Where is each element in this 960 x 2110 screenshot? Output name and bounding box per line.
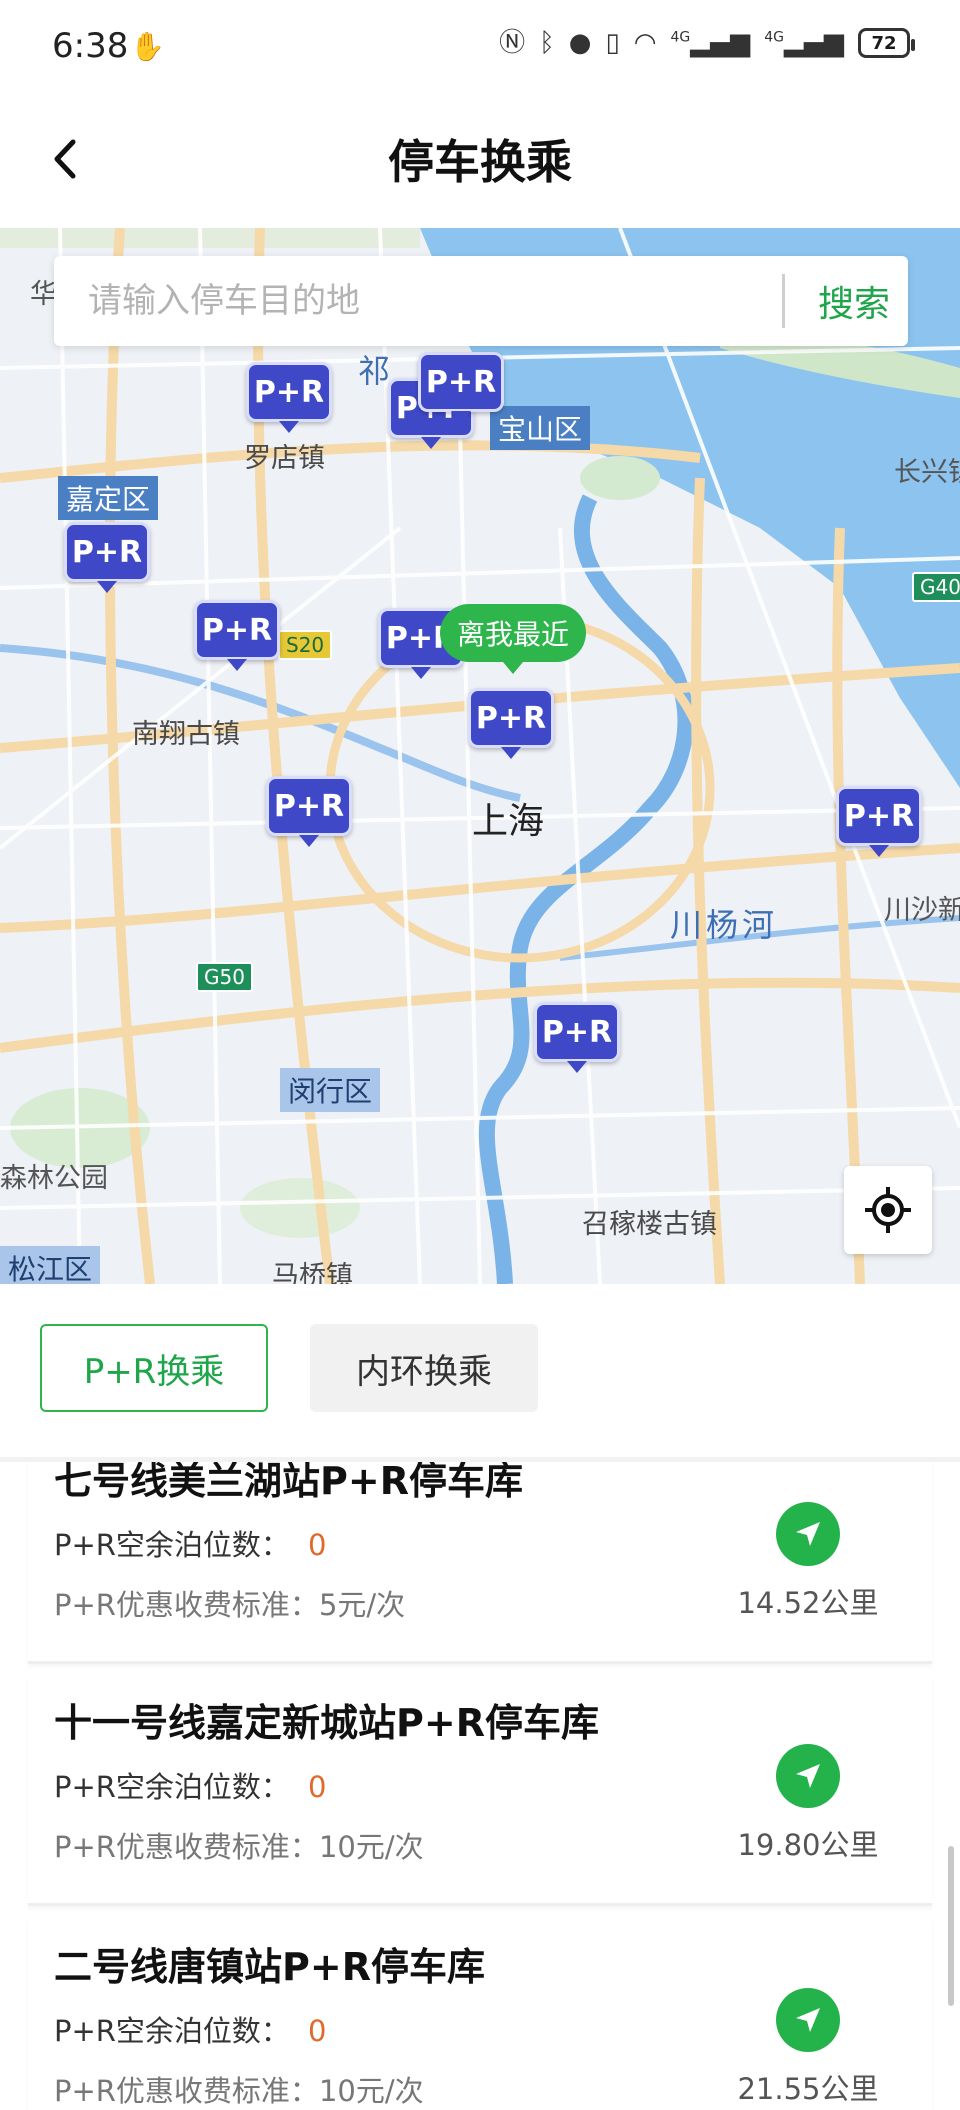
crosshair-icon (865, 1187, 911, 1233)
parking-list[interactable]: 七号线美兰湖站P+R停车库 P+R空余泊位数： 0 P+R优惠收费标准：5元/次 … (0, 1462, 960, 2110)
network-label-2: 4G (764, 29, 784, 46)
road-badge-g50: G50 (196, 962, 253, 992)
map-label-hua: 华 (30, 279, 57, 310)
search-button[interactable]: 搜索 (804, 256, 904, 346)
navigate-button[interactable] (776, 1744, 840, 1808)
pr-marker[interactable]: P+R (418, 352, 504, 412)
status-time: 6:38 (52, 26, 129, 66)
map-label-changxing: 长兴镇 (894, 457, 960, 488)
price-value: 10元/次 (318, 1830, 424, 1864)
map-label-nanxiang: 南翔古镇 (132, 719, 240, 750)
nfc-icon: Ⓝ (499, 28, 526, 58)
parking-name: 二号线唐镇站P+R停车库 (54, 1945, 485, 1989)
parking-name: 七号线美兰湖站P+R停车库 (54, 1462, 523, 1503)
header: 停车换乘 (0, 96, 960, 228)
navigate-button[interactable] (776, 1988, 840, 2052)
network-label-1: 4G (670, 29, 691, 46)
price-standard: P+R优惠收费标准：10元/次 (54, 1824, 424, 1866)
signal-icon-1: 4G▂▄▆ (670, 28, 751, 58)
status-icons: Ⓝ ᛒ ● ▯ ◠ 4G▂▄▆ 4G▂▄▆ 72 (499, 28, 915, 58)
free-spaces-label: P+R空余泊位数： (54, 1770, 290, 1804)
navigate-button[interactable] (776, 1502, 840, 1566)
pr-marker[interactable]: P+R (194, 600, 280, 660)
location-icon: ● (568, 28, 592, 58)
distance: 21.55公里 (737, 2072, 879, 2106)
map-label-senlin: 森林公园 (0, 1163, 108, 1194)
free-spaces: P+R空余泊位数： 0 (54, 2008, 326, 2050)
free-spaces: P+R空余泊位数： 0 (54, 1764, 326, 1806)
navigation-arrow-icon (796, 2008, 820, 2032)
parking-card[interactable]: 十一号线嘉定新城站P+R停车库 P+R空余泊位数： 0 P+R优惠收费标准：10元… (28, 1674, 932, 1906)
transfer-type-tabs: P+R换乘 内环换乘 (0, 1284, 960, 1463)
price-value: 5元/次 (318, 1588, 406, 1622)
map-label-jiading: 嘉定区 (58, 476, 159, 520)
map-view[interactable]: 华 祁 罗店镇 宝山区 嘉定区 南翔古镇 上海 川杨河 川沙新 闵行区 召稼楼古… (0, 228, 960, 1284)
scrollbar[interactable] (948, 1846, 954, 2006)
search-divider (782, 274, 785, 328)
search-box: 搜索 (54, 256, 908, 346)
map-label-maqiao: 马桥镇 (272, 1261, 353, 1284)
vibrate-icon: ▯ (605, 28, 620, 58)
price-label: P+R优惠收费标准： (54, 2074, 319, 2108)
pr-marker[interactable]: P+R (246, 362, 332, 422)
page-title: 停车换乘 (388, 135, 572, 189)
destination-search-input[interactable] (88, 256, 788, 346)
pr-marker[interactable]: P+R (836, 786, 922, 846)
parking-name: 十一号线嘉定新城站P+R停车库 (54, 1701, 599, 1745)
locate-me-button[interactable] (844, 1166, 932, 1254)
distance: 19.80公里 (737, 1828, 879, 1862)
price-standard: P+R优惠收费标准：5元/次 (54, 1582, 405, 1624)
map-label-shanghai: 上海 (472, 801, 545, 842)
price-standard: P+R优惠收费标准：10元/次 (54, 2068, 424, 2110)
pr-marker[interactable]: P+R (534, 1002, 620, 1062)
map-label-baoshan: 宝山区 (490, 406, 591, 450)
road-badge-s20: S20 (278, 630, 333, 660)
battery-level: 72 (871, 32, 897, 54)
navigation-arrow-icon (796, 1522, 820, 1546)
price-value: 10元/次 (318, 2074, 424, 2108)
navigation-arrow-icon (796, 1764, 820, 1788)
nearest-tag: 离我最近 (440, 604, 586, 662)
map-label-chuanyanghe: 川杨河 (670, 906, 779, 944)
free-spaces-value: 0 (307, 2014, 327, 2048)
map-label-zhaojialou: 召稼楼古镇 (582, 1209, 717, 1240)
free-spaces-value: 0 (307, 1528, 327, 1562)
tab-inner-ring-transfer[interactable]: 内环换乘 (310, 1324, 538, 1412)
status-bar: 6:38 ✋ Ⓝ ᛒ ● ▯ ◠ 4G▂▄▆ 4G▂▄▆ 72 (0, 0, 960, 96)
map-label-songjiang: 松江区 (0, 1246, 101, 1284)
road-badge-g40: G40 (912, 572, 960, 602)
free-spaces-label: P+R空余泊位数： (54, 2014, 290, 2048)
map-label-minhang: 闵行区 (280, 1068, 381, 1112)
tab-pr-transfer[interactable]: P+R换乘 (40, 1324, 268, 1412)
price-label: P+R优惠收费标准： (54, 1588, 319, 1622)
pr-marker-nearest[interactable]: P+R (468, 688, 554, 748)
parking-card[interactable]: 七号线美兰湖站P+R停车库 P+R空余泊位数： 0 P+R优惠收费标准：5元/次 … (28, 1462, 932, 1664)
map-label-chuansha: 川沙新 (884, 895, 960, 926)
battery-icon: 72 (858, 28, 915, 58)
hand-icon: ✋ (130, 30, 165, 63)
parking-card[interactable]: 二号线唐镇站P+R停车库 P+R空余泊位数： 0 P+R优惠收费标准：10元/次 … (28, 1918, 932, 2110)
free-spaces: P+R空余泊位数： 0 (54, 1522, 326, 1564)
free-spaces-label: P+R空余泊位数： (54, 1528, 290, 1562)
pr-marker[interactable]: P+R (64, 522, 150, 582)
distance: 14.52公里 (737, 1586, 879, 1620)
pr-marker[interactable]: P+R (266, 776, 352, 836)
bluetooth-icon: ᛒ (539, 28, 555, 58)
map-label-luodian: 罗店镇 (244, 443, 325, 474)
free-spaces-value: 0 (307, 1770, 327, 1804)
price-label: P+R优惠收费标准： (54, 1830, 319, 1864)
wifi-icon: ◠ (633, 28, 657, 58)
signal-icon-2: 4G▂▄▆ (764, 28, 844, 58)
